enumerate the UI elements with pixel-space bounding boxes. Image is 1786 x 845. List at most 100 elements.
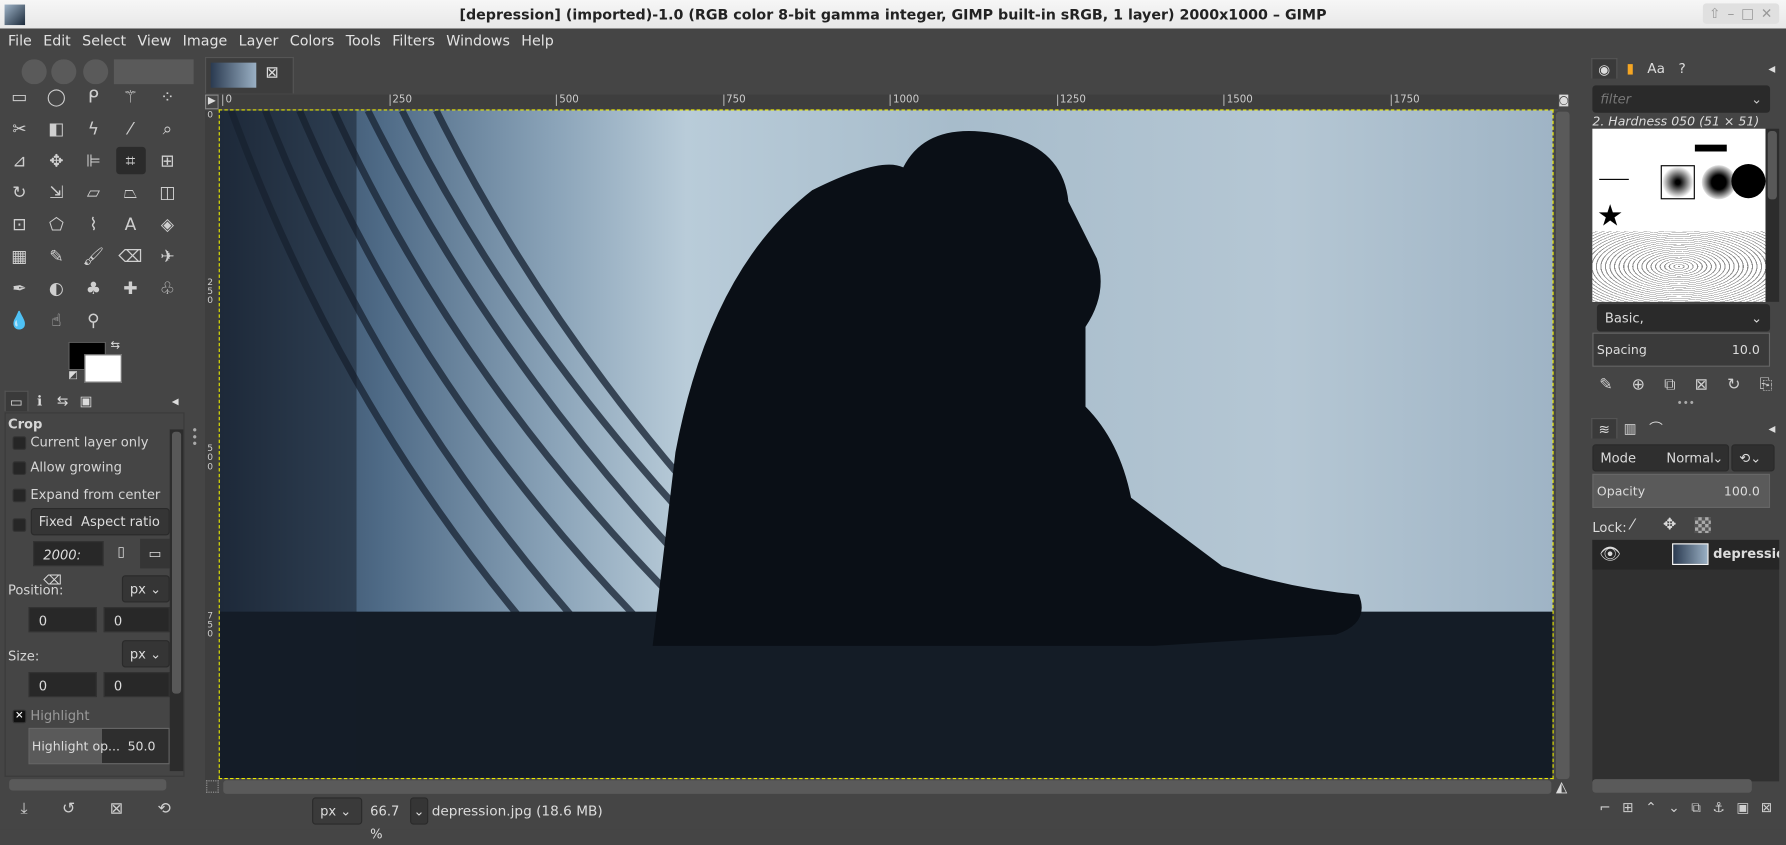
measure-tool-icon[interactable]: ⊿ bbox=[5, 147, 35, 174]
minimize-button[interactable]: – bbox=[1727, 3, 1734, 24]
dock-menu-icon[interactable]: ◂ bbox=[164, 391, 187, 412]
warp-transform-tool-icon[interactable]: ⌇ bbox=[79, 211, 109, 238]
menu-layer[interactable]: Layer bbox=[233, 28, 284, 52]
horizontal-scrollbar[interactable] bbox=[223, 780, 1552, 794]
aspect-ratio-field[interactable]: 2000: ⌫ bbox=[33, 541, 104, 588]
swap-colors-icon[interactable]: ⇆ bbox=[110, 339, 120, 352]
brush-tag-dropdown[interactable]: Basic, ⌄ bbox=[1596, 304, 1771, 332]
clone-tool-icon[interactable]: ♣ bbox=[79, 275, 109, 302]
fuzzy-select-tool-icon[interactable]: ⚚ bbox=[116, 83, 146, 110]
background-color[interactable] bbox=[84, 354, 122, 383]
default-colors-icon[interactable]: ◩ bbox=[68, 370, 78, 381]
perspective-tool-icon[interactable]: ⏢ bbox=[116, 179, 146, 206]
rect-select-tool-icon[interactable]: ▭ bbox=[5, 83, 35, 110]
open-brush-icon[interactable]: ⎘ bbox=[1760, 376, 1773, 394]
unified-transform-tool-icon[interactable]: ⊞ bbox=[153, 147, 183, 174]
duplicate-layer-icon[interactable]: ⧉ bbox=[1691, 800, 1701, 817]
new-layer-icon[interactable]: ⊞ bbox=[1622, 800, 1633, 817]
zoom-tool-icon[interactable]: ⌕ bbox=[153, 115, 183, 142]
options-hscrollbar[interactable] bbox=[9, 779, 167, 791]
dodge-burn-tool-icon[interactable]: ⚲ bbox=[79, 306, 109, 333]
handle-transform-tool-icon[interactable]: ⊡ bbox=[5, 211, 35, 238]
cage-transform-tool-icon[interactable]: ⬠ bbox=[42, 211, 72, 238]
position-unit-dropdown[interactable]: px ⌄ bbox=[121, 575, 170, 603]
brushes-tab-icon[interactable]: ◉ bbox=[1591, 58, 1618, 79]
menu-filters[interactable]: Filters bbox=[387, 28, 441, 52]
gradient-tool-icon[interactable]: ▦ bbox=[5, 243, 35, 270]
dock-menu-icon[interactable]: ◂ bbox=[1759, 418, 1785, 439]
canvas-image[interactable] bbox=[218, 109, 1554, 780]
lock-pixels-icon[interactable]: ⁄ bbox=[1631, 517, 1633, 534]
save-options-icon[interactable]: ⤓ bbox=[21, 800, 28, 818]
blur-tool-icon[interactable]: 💧 bbox=[5, 306, 35, 333]
heal-tool-icon[interactable]: ✚ bbox=[116, 275, 146, 302]
menu-view[interactable]: View bbox=[132, 28, 177, 52]
dock-menu-icon[interactable]: ◂ bbox=[1759, 58, 1785, 79]
free-select-tool-icon[interactable]: ᑭ bbox=[79, 83, 109, 110]
mypaint-brush-tool-icon[interactable]: ◐ bbox=[42, 275, 72, 302]
menu-colors[interactable]: Colors bbox=[284, 28, 340, 52]
eraser-tool-icon[interactable]: ⌫ bbox=[116, 243, 146, 270]
composite-mode-dropdown[interactable]: ⟲⌄ bbox=[1731, 444, 1775, 472]
align-tool-icon[interactable]: ⊫ bbox=[79, 147, 109, 174]
text-tool-icon[interactable]: A bbox=[116, 211, 146, 238]
new-layer-group-icon[interactable]: ⌐ bbox=[1599, 800, 1610, 817]
lower-layer-icon[interactable]: ⌄ bbox=[1668, 800, 1679, 817]
ink-tool-icon[interactable]: ✒ bbox=[5, 275, 35, 302]
size-height-field[interactable]: 0 bbox=[103, 672, 170, 698]
patterns-tab-icon[interactable]: ▮ bbox=[1617, 58, 1643, 79]
fixed-mode-dropdown[interactable]: Fixed Aspect ratio ⌄ bbox=[30, 508, 170, 555]
highlight-opacity-slider[interactable]: Highlight op... 50.0 bbox=[28, 727, 170, 765]
spacing-slider[interactable]: Spacing 10.0 bbox=[1592, 332, 1771, 367]
perspective-clone-tool-icon[interactable]: ♧ bbox=[153, 275, 183, 302]
size-width-field[interactable]: 0 bbox=[28, 672, 97, 698]
menu-edit[interactable]: Edit bbox=[37, 28, 76, 52]
rotate-tool-icon[interactable]: ↻ bbox=[5, 179, 35, 206]
shade-button[interactable]: ⇧ bbox=[1709, 3, 1720, 24]
size-unit-dropdown[interactable]: px ⌄ bbox=[121, 640, 170, 668]
lock-position-icon[interactable]: ✥ bbox=[1663, 516, 1676, 534]
zoom-dropdown[interactable]: ⌄ bbox=[410, 797, 429, 825]
foreground-select-tool-icon[interactable]: ◧ bbox=[42, 115, 72, 142]
fixed-checkbox[interactable] bbox=[12, 517, 27, 532]
images-tab-icon[interactable]: ▣ bbox=[74, 391, 97, 412]
brush-scrollbar[interactable] bbox=[1765, 128, 1780, 302]
maximize-button[interactable]: □ bbox=[1741, 3, 1754, 24]
vertical-scrollbar[interactable] bbox=[1555, 111, 1570, 780]
paintbrush-tool-icon[interactable]: 🖌 bbox=[79, 243, 109, 270]
portrait-icon[interactable]: ▯ bbox=[117, 543, 125, 559]
layers-tab-icon[interactable]: ≋ bbox=[1591, 418, 1618, 439]
channels-tab-icon[interactable]: ▥ bbox=[1617, 418, 1643, 439]
device-status-tab-icon[interactable]: ℹ bbox=[28, 391, 51, 412]
dock-sash-handle[interactable]: ••• bbox=[1677, 399, 1695, 410]
crop-tool-icon[interactable]: ⌗ bbox=[115, 146, 146, 175]
panel-sash-handle[interactable]: • • • bbox=[191, 425, 198, 450]
anchor-layer-icon[interactable]: ⚓ bbox=[1713, 800, 1725, 817]
layer-mode-dropdown[interactable]: Mode Normal ⌄ bbox=[1592, 444, 1730, 472]
zoom-on-resize-icon[interactable]: ◙ bbox=[1558, 95, 1572, 109]
delete-layer-icon[interactable]: ⊠ bbox=[1761, 800, 1772, 817]
unit-dropdown[interactable]: px ⌄ bbox=[312, 797, 363, 825]
highlight-checkbox[interactable]: ✕ bbox=[12, 709, 27, 723]
layer-row[interactable]: 👁 depression bbox=[1592, 539, 1780, 570]
opacity-slider[interactable]: Opacity 100.0 bbox=[1592, 473, 1771, 509]
lock-alpha-icon[interactable] bbox=[1694, 517, 1711, 534]
delete-options-icon[interactable]: ⊠ bbox=[110, 800, 123, 818]
layers-hscrollbar[interactable] bbox=[1592, 779, 1752, 793]
pencil-tool-icon[interactable]: ✎ bbox=[42, 243, 72, 270]
refresh-brushes-icon[interactable]: ↻ bbox=[1727, 376, 1740, 394]
toggle-selection-icon[interactable] bbox=[206, 780, 219, 793]
menu-select[interactable]: Select bbox=[76, 28, 131, 52]
move-tool-icon[interactable]: ✥ bbox=[42, 147, 72, 174]
quick-mask-toggle-icon[interactable]: ▶ bbox=[205, 94, 219, 110]
reset-options-icon[interactable]: ⟲ bbox=[157, 800, 170, 818]
zoom-field[interactable]: 66.7 % bbox=[367, 800, 415, 842]
help-tab-icon[interactable]: ? bbox=[1669, 58, 1695, 79]
smudge-tool-icon[interactable]: ☝ bbox=[42, 306, 72, 333]
paths-tool-icon[interactable]: ϟ bbox=[79, 115, 109, 142]
menu-windows[interactable]: Windows bbox=[441, 28, 516, 52]
selected-brush[interactable] bbox=[1660, 165, 1695, 200]
ellipse-select-tool-icon[interactable]: ◯ bbox=[42, 83, 72, 110]
layer-name[interactable]: depression bbox=[1713, 546, 1779, 562]
bucket-fill-tool-icon[interactable]: ◈ bbox=[153, 211, 183, 238]
